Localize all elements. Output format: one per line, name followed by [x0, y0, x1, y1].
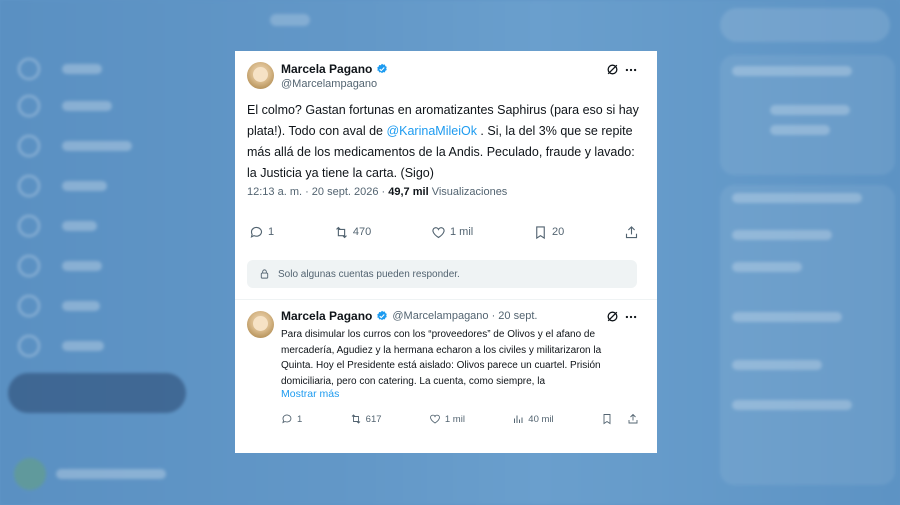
repost-button[interactable]: 617 — [350, 413, 382, 425]
lock-icon — [260, 269, 269, 279]
bg-nav-item — [18, 335, 104, 357]
reply-button[interactable]: 1 — [249, 225, 274, 240]
timestamp[interactable]: 12:13 a. m. · 20 sept. 2026 · — [247, 186, 385, 198]
tweet-card: Marcela Pagano @Marcelampagano El colmo?… — [235, 51, 657, 453]
bg-nav-item — [18, 95, 112, 117]
reply-action-bar: 1 617 1 mil 40 mil — [281, 411, 639, 427]
more-icon[interactable] — [624, 63, 638, 77]
share-icon[interactable] — [627, 413, 639, 425]
bg-nav-item — [18, 175, 107, 197]
author-name[interactable]: Marcela Pagano — [281, 62, 372, 76]
right-actions — [601, 413, 639, 425]
reply-button[interactable]: 1 — [281, 413, 302, 425]
bg-line — [732, 360, 822, 370]
bg-nav-item — [18, 58, 102, 80]
share-button[interactable] — [624, 225, 639, 240]
avatar[interactable] — [247, 311, 274, 338]
author-row: Marcela Pagano @Marcelampagano · 20 sept… — [281, 309, 537, 323]
action-bar: 1 470 1 mil 20 — [249, 222, 639, 242]
like-icon — [429, 414, 440, 424]
verified-badge-icon — [377, 310, 388, 321]
bg-post-button — [8, 373, 186, 413]
like-count: 1 mil — [444, 413, 465, 425]
mention-link[interactable]: @KarinaMileiOk — [386, 124, 477, 138]
author-handle-date[interactable]: @Marcelampagano · 20 sept. — [392, 310, 537, 322]
bg-profile — [14, 458, 166, 490]
bg-line — [732, 400, 852, 410]
avatar[interactable] — [247, 62, 274, 89]
reply-icon — [250, 226, 263, 238]
bg-header-text — [270, 14, 310, 26]
reply-count: 1 — [268, 226, 275, 238]
bg-nav-item — [18, 255, 102, 277]
author-name[interactable]: Marcela Pagano — [281, 309, 372, 323]
views-count: 40 mil — [528, 413, 554, 425]
bg-line — [770, 125, 830, 135]
bg-nav-item — [18, 135, 132, 157]
bg-right-column — [700, 0, 900, 505]
views-button[interactable]: 40 mil — [512, 413, 554, 425]
tweet-meta: 12:13 a. m. · 20 sept. 2026 · 49,7 mil V… — [247, 186, 507, 198]
bg-nav-item — [18, 215, 97, 237]
reply-tweet[interactable]: Marcela Pagano @Marcelampagano · 20 sept… — [235, 301, 657, 451]
bg-line — [732, 230, 832, 240]
bg-line — [732, 66, 852, 76]
like-button[interactable]: 1 mil — [429, 413, 465, 425]
repost-count: 617 — [365, 413, 382, 425]
restriction-text: Solo algunas cuentas pueden responder. — [278, 268, 460, 280]
bg-nav-item — [18, 295, 100, 317]
bookmark-button[interactable]: 20 — [533, 225, 564, 240]
bg-line — [770, 105, 850, 115]
bg-line — [732, 262, 802, 272]
bookmark-count: 20 — [551, 226, 565, 238]
bookmark-icon — [536, 225, 545, 239]
tweet-text: El colmo? Gastan fortunas en aromatizant… — [247, 100, 647, 184]
like-icon — [432, 226, 445, 238]
reply-text: Para disimular los curros con los “prove… — [281, 329, 602, 387]
divider — [235, 299, 657, 300]
views-label: Visualizaciones — [431, 186, 508, 198]
repost-button[interactable]: 470 — [334, 225, 371, 240]
reply-restriction-notice: Solo algunas cuentas pueden responder. — [247, 260, 637, 288]
grok-icon[interactable] — [606, 310, 619, 323]
author-row: Marcela Pagano — [281, 62, 388, 76]
main-tweet[interactable]: Marcela Pagano @Marcelampagano El colmo?… — [235, 51, 657, 297]
bg-line — [732, 193, 862, 203]
more-icon[interactable] — [624, 310, 638, 324]
bg-line — [732, 312, 842, 322]
grok-icon[interactable] — [606, 63, 619, 76]
reply-icon — [282, 414, 292, 424]
reply-count: 1 — [297, 413, 303, 425]
like-button[interactable]: 1 mil — [431, 225, 473, 240]
show-more-link[interactable]: Mostrar más — [281, 388, 339, 400]
views-count: 49,7 mil — [388, 186, 429, 198]
views-icon — [514, 415, 523, 423]
bookmark-icon[interactable] — [601, 413, 613, 425]
author-handle[interactable]: @Marcelampagano — [281, 78, 377, 90]
bg-sidebar — [0, 0, 230, 505]
share-icon — [625, 225, 638, 238]
repost-icon — [351, 414, 360, 424]
repost-icon — [335, 226, 347, 238]
verified-badge-icon — [377, 63, 388, 74]
repost-count: 470 — [352, 226, 372, 238]
like-count: 1 mil — [449, 226, 474, 238]
